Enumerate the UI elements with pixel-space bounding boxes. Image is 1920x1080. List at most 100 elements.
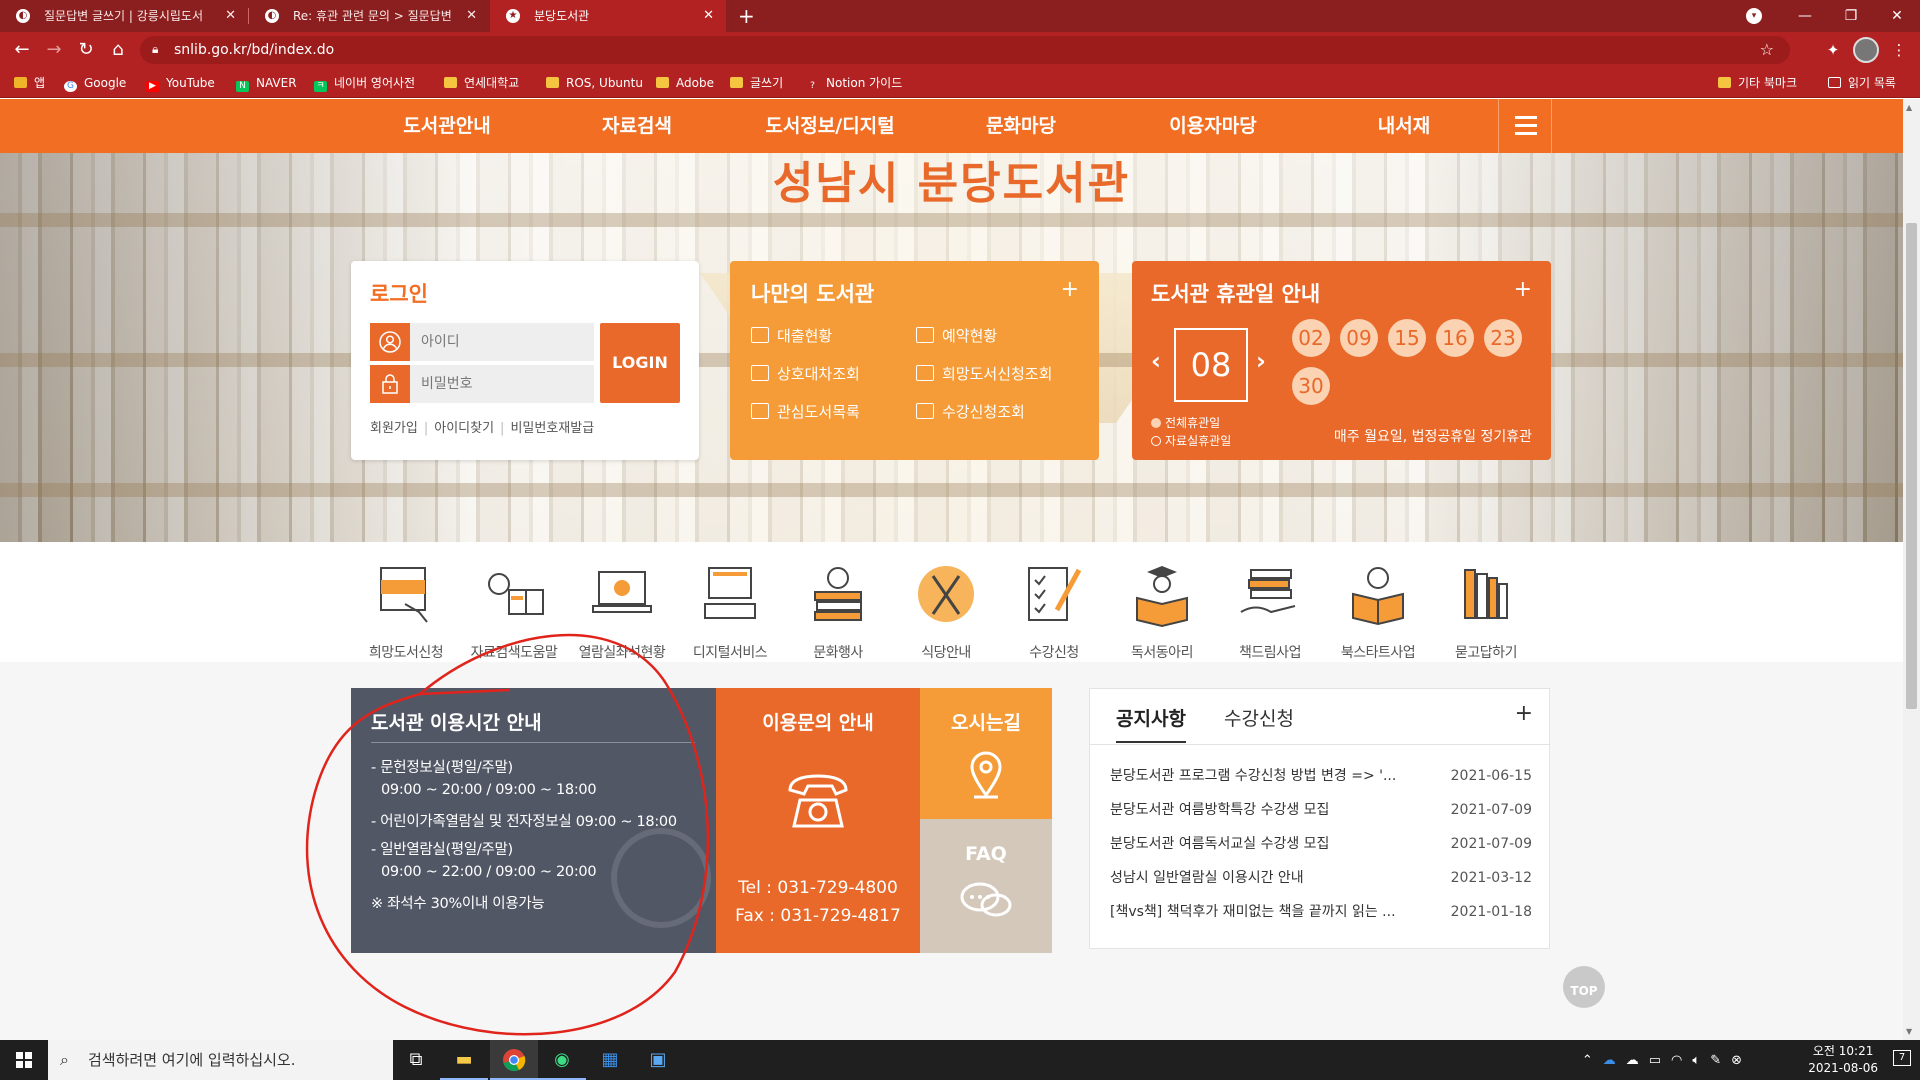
favorite-books-link[interactable]: 관심도서목록 — [751, 401, 860, 422]
browser-tab[interactable]: ◐ 질문답변 글쓰기 | 강릉시립도서 ✕ — [0, 0, 248, 32]
browser-menu-icon[interactable]: ⋮ — [1886, 37, 1912, 63]
id-field[interactable]: 아이디 — [370, 323, 594, 361]
notice-row[interactable]: [책vs책] 책덕후가 재미없는 책을 끝까지 읽는 ... 2021-01-18 — [1110, 895, 1532, 929]
profile-avatar[interactable] — [1853, 37, 1879, 63]
cloud-icon[interactable]: ☁ — [1626, 1053, 1639, 1068]
quick-course-apply[interactable]: 수강신청 — [1004, 562, 1104, 662]
quick-bookstart[interactable]: 북스타트사업 — [1328, 562, 1428, 662]
photos-app-icon[interactable]: ▣ — [634, 1040, 682, 1080]
notification-center-icon[interactable]: 7 — [1890, 1049, 1914, 1071]
chrome-icon[interactable] — [490, 1040, 538, 1080]
loan-status-link[interactable]: 대출현황 — [751, 325, 832, 346]
url-field[interactable]: 🔒︎ snlib.go.kr/bd/index.do ☆ — [140, 36, 1790, 64]
close-tab-icon[interactable]: ✕ — [466, 0, 477, 32]
directions-panel[interactable]: 오시는길 — [920, 688, 1052, 819]
quick-digital-service[interactable]: 디지털서비스 — [680, 562, 780, 662]
quick-reading-room-seats[interactable]: 열람실좌석현황 — [572, 562, 672, 662]
notice-row[interactable]: 분당도서관 여름독서교실 수강생 모집 2021-07-09 — [1110, 827, 1532, 861]
login-button[interactable]: LOGIN — [600, 323, 680, 403]
prev-month-icon[interactable]: ‹ — [1151, 347, 1161, 375]
notice-row[interactable]: 성남시 일반열람실 이용시간 안내 2021-03-12 — [1110, 861, 1532, 895]
reservation-status-link[interactable]: 예약현황 — [916, 325, 997, 346]
taskbar-search-box[interactable]: ⌕ 검색하려면 여기에 입력하십시오. — [48, 1040, 393, 1080]
page-scrollbar[interactable]: ▲ ▼ — [1903, 99, 1920, 1040]
next-month-icon[interactable]: › — [1256, 347, 1266, 375]
browser-tab[interactable]: ◐ Re: 휴관 관련 문의 > 질문답변 ✕ — [249, 0, 489, 32]
wifi-icon[interactable]: ◠ — [1671, 1053, 1682, 1068]
bookmark-ros[interactable]: ROS, Ubuntu — [546, 68, 643, 98]
notice-more-icon[interactable]: + — [1515, 701, 1533, 726]
minimize-icon[interactable]: — — [1782, 0, 1828, 32]
scroll-down-icon[interactable]: ▼ — [1906, 1027, 1912, 1036]
calendar-app-icon[interactable]: ▦ — [586, 1040, 634, 1080]
battery-icon[interactable]: ▭ — [1649, 1053, 1661, 1068]
onedrive-icon[interactable]: ☁ — [1603, 1053, 1616, 1068]
bookmark-yonsei[interactable]: 연세대학교 — [444, 68, 519, 98]
tab-notices[interactable]: 공지사항 — [1116, 704, 1186, 743]
bookmark-adobe[interactable]: Adobe — [656, 68, 714, 98]
course-application-status-link[interactable]: 수강신청조회 — [916, 401, 1025, 422]
contact-panel[interactable]: 이용문의 안내 Tel : 031-729-4800 Fax : 031-729… — [716, 688, 920, 953]
interlibrary-loan-link[interactable]: 상호대차조회 — [751, 363, 860, 384]
taskbar-clock[interactable]: 오전 10:21 2021-08-06 — [1808, 1043, 1878, 1077]
bookmark-writing[interactable]: 글쓰기 — [730, 68, 783, 98]
show-hidden-icons[interactable]: ⌃ — [1582, 1053, 1593, 1068]
quick-reading-club[interactable]: 독서동아리 — [1112, 562, 1212, 662]
nav-book-digital[interactable]: 도서정보/디지털 — [740, 99, 920, 153]
wish-book-request-link[interactable]: 희망도서신청조회 — [916, 363, 1052, 384]
extensions-icon[interactable]: ✦ — [1820, 37, 1846, 63]
quick-wish-book[interactable]: 희망도서신청 — [356, 562, 456, 662]
nav-culture[interactable]: 문화마당 — [951, 99, 1091, 153]
bookmark-google[interactable]: G Google — [64, 68, 126, 98]
nav-my-library[interactable]: 내서재 — [1334, 99, 1474, 153]
password-field[interactable]: 비밀번호 — [370, 365, 594, 403]
tab-search-icon[interactable]: ▾ — [1746, 8, 1762, 24]
home-icon[interactable]: ⌂ — [104, 36, 132, 64]
bookmark-star-icon[interactable]: ☆ — [1760, 36, 1774, 64]
new-tab-button[interactable]: + — [738, 0, 755, 32]
close-tab-icon[interactable]: ✕ — [703, 0, 714, 32]
bookmark-apps[interactable]: 앱 — [14, 68, 45, 98]
reload-icon[interactable]: ↻ — [72, 36, 100, 64]
bookmark-youtube[interactable]: ▶ YouTube — [146, 68, 215, 98]
browser-tab-active[interactable]: ★ 분당도서관 ✕ — [490, 0, 726, 32]
holiday-more-icon[interactable]: + — [1514, 277, 1532, 302]
quick-cafeteria[interactable]: 식당안내 — [896, 562, 996, 662]
quick-culture-events[interactable]: 문화행사 — [788, 562, 888, 662]
scroll-up-icon[interactable]: ▲ — [1906, 103, 1912, 112]
scroll-top-button[interactable]: TOP — [1563, 966, 1605, 1008]
tab-course-apply[interactable]: 수강신청 — [1224, 704, 1294, 731]
bookmark-naver[interactable]: N NAVER — [236, 68, 297, 98]
volume-icon[interactable]: 🔈︎ — [1692, 1053, 1700, 1068]
find-id-link[interactable]: 아이디찾기 — [434, 421, 494, 436]
hamburger-menu-icon[interactable] — [1498, 99, 1552, 153]
close-tab-icon[interactable]: ✕ — [225, 0, 236, 32]
site-title[interactable]: 성남시 분당도서관 — [0, 147, 1903, 211]
notice-row[interactable]: 분당도서관 프로그램 수강신청 방법 변경 => '... 2021-06-15 — [1110, 759, 1532, 793]
file-explorer-icon[interactable]: ▬ — [440, 1040, 488, 1080]
nav-library-info[interactable]: 도서관안내 — [377, 99, 517, 153]
reset-password-link[interactable]: 비밀번호재발급 — [510, 421, 594, 436]
quick-qna[interactable]: 묻고답하기 — [1436, 562, 1536, 662]
bookmark-other[interactable]: 기타 북마크 — [1718, 68, 1797, 98]
close-window-icon[interactable]: ✕ — [1874, 0, 1920, 32]
faq-panel[interactable]: FAQ — [920, 819, 1052, 953]
back-icon[interactable]: ← — [8, 36, 36, 64]
bookmark-naver-dict[interactable]: ㅋ 네이버 영어사전 — [314, 68, 415, 98]
task-view-icon[interactable]: ⧉ — [392, 1040, 440, 1080]
pen-icon[interactable]: ✎ — [1710, 1053, 1721, 1068]
forward-icon[interactable]: → — [40, 36, 68, 64]
nav-user-forum[interactable]: 이용자마당 — [1143, 99, 1283, 153]
restore-icon[interactable]: ❐ — [1828, 0, 1874, 32]
messenger-app-icon[interactable]: ◉ — [538, 1040, 586, 1080]
nav-search[interactable]: 자료검색 — [567, 99, 707, 153]
windows-start-icon[interactable] — [0, 1040, 48, 1080]
signup-link[interactable]: 회원가입 — [370, 421, 418, 436]
quick-search-help[interactable]: 자료검색도움말 — [464, 562, 564, 662]
notice-row[interactable]: 분당도서관 여름방학특강 수강생 모집 2021-07-09 — [1110, 793, 1532, 827]
reading-list[interactable]: 읽기 목록 — [1828, 68, 1896, 98]
scrollbar-thumb[interactable] — [1906, 223, 1917, 709]
input-method-icon[interactable]: ⊗ — [1731, 1053, 1742, 1068]
bookmark-notion[interactable]: ? Notion 가이드 — [806, 68, 902, 98]
my-library-more-icon[interactable]: + — [1061, 277, 1079, 302]
